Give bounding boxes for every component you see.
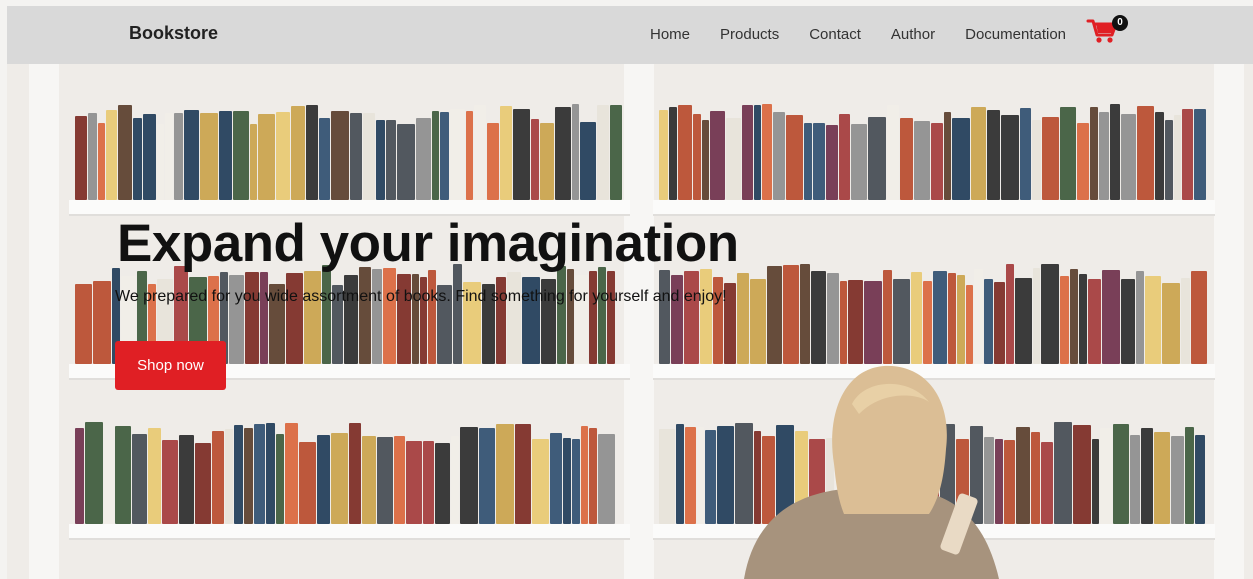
nav-documentation[interactable]: Documentation <box>965 26 1066 43</box>
cart-count-badge: 0 <box>1112 15 1128 31</box>
shop-now-button[interactable]: Shop now <box>115 341 226 390</box>
hero-title: Expand your imagination <box>117 214 739 273</box>
nav-menu: Home Products Contact Author Documentati… <box>650 26 1066 43</box>
bookstore-page: Bookstore Home Products Contact Author D… <box>0 0 1253 579</box>
hero-subtitle: We prepared for you wide assortment of b… <box>115 288 727 305</box>
nav-home[interactable]: Home <box>650 26 690 43</box>
hero-overlay <box>7 64 1253 579</box>
nav-author[interactable]: Author <box>891 26 935 43</box>
brand-logo[interactable]: Bookstore <box>129 23 218 44</box>
hero-section: Expand your imagination We prepared for … <box>7 64 1253 579</box>
navbar: Bookstore Home Products Contact Author D… <box>7 6 1253 64</box>
nav-products[interactable]: Products <box>720 26 779 43</box>
nav-contact[interactable]: Contact <box>809 26 861 43</box>
